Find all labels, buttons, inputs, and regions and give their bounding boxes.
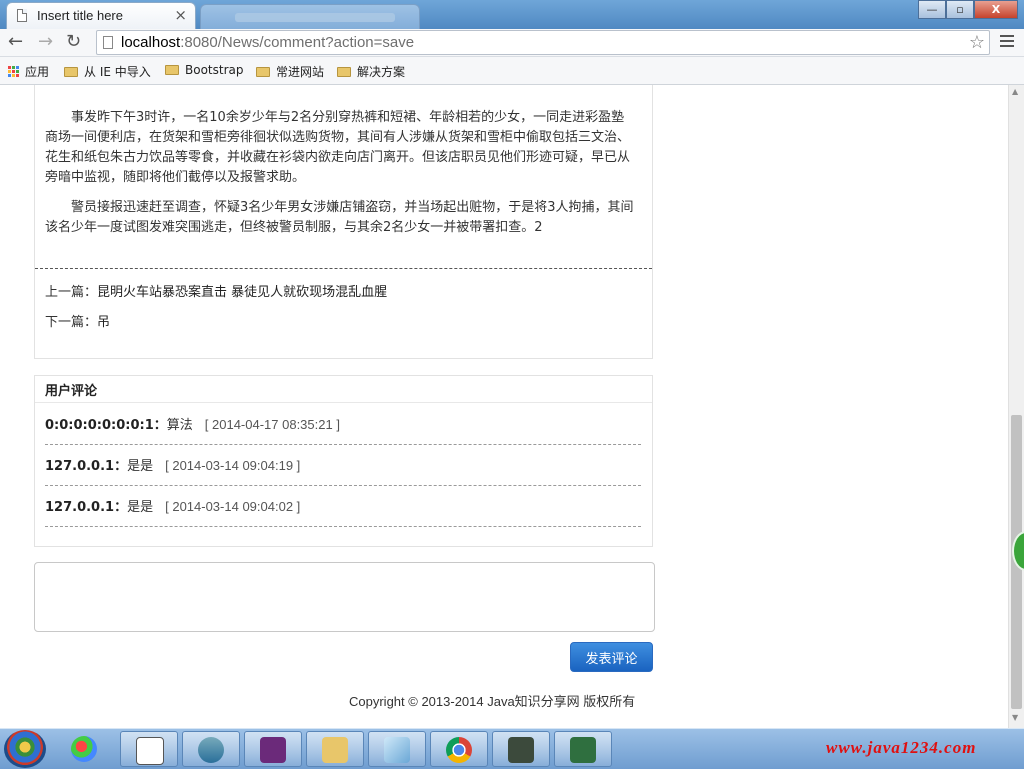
bookmark-folder-solutions[interactable]: 解决方案 [337,63,405,80]
comment-author-ip: 0:0:0:0:0:0:0:1： [45,418,167,433]
comment-text: 算法 [166,418,193,433]
tab-inactive[interactable] [200,4,420,29]
tab-strip: Insert title here × — ▫ X [0,0,1024,29]
app-icon [198,737,224,763]
app-icon [570,737,596,763]
url-text[interactable]: localhost:8080/News/comment?action=save [121,34,414,51]
page-icon [17,9,27,22]
bookmark-label: 从 IE 中导入 [84,65,151,79]
scroll-up-arrow-icon[interactable]: ▲ [1012,87,1018,96]
taskbar-app-8[interactable] [492,731,550,767]
comment-item: 0:0:0:0:0:0:0:1：算法 [ 2014-04-17 08:35:21 … [45,405,641,445]
close-window-button[interactable]: X [974,0,1018,19]
menu-icon[interactable] [1000,35,1014,50]
bookmark-folder-bootstrap[interactable]: Bootstrap [165,63,243,77]
bookmark-label: 解决方案 [357,65,406,79]
taskbar-app-5[interactable] [306,731,364,767]
bookmarks-bar: 应用 从 IE 中导入 Bootstrap 常进网站 解决方案 [0,57,1024,85]
page-info-icon[interactable] [103,36,113,49]
chrome-icon [446,737,472,763]
article-divider [35,268,652,269]
browser-toolbar: ← → ↻ localhost:8080/News/comment?action… [0,29,1024,57]
maximize-button[interactable]: ▫ [946,0,974,19]
next-article: 下一篇：吊 [45,311,110,330]
submit-comment-button[interactable]: 发表评论 [570,642,653,672]
app-icon [384,737,410,763]
url-host: localhost [121,34,181,51]
windows-taskbar: www.java1234.com [0,728,1024,769]
comment-text: 是是 [127,500,154,515]
window-controls: — ▫ X [918,0,1018,20]
bookmark-label: 应用 [25,65,50,79]
taskbar-app-4[interactable] [244,731,302,767]
comment-textarea[interactable] [34,562,655,632]
taskbar-app-1[interactable] [56,731,114,767]
bookmark-star-icon[interactable]: ☆ [969,32,985,53]
reload-icon[interactable]: ↻ [66,32,81,52]
app-icon [508,737,534,763]
prev-article: 上一篇：昆明火车站暴恐案直击 暴徒见人就砍现场混乱血腥 [45,281,387,300]
watermark-text: www.java1234.com [826,738,977,757]
start-button-icon[interactable] [4,730,46,768]
footer-copyright: Copyright © 2013-2014 Java知识分享网 版权所有 [349,694,636,709]
comment-author-ip: 127.0.0.1： [45,500,128,515]
folder-icon [165,65,179,75]
bookmark-apps[interactable]: 应用 [8,63,49,80]
page-scrollbar[interactable]: ▲ ▼ [1008,85,1024,728]
comments-heading: 用户评论 [45,384,98,399]
article-panel: 事发昨下午3时许，一名10余岁少年与2名分别穿热裤和短裙、年龄相若的少女，一同走… [34,85,653,359]
taskbar-app-6[interactable] [368,731,426,767]
app-icon [260,737,286,763]
bookmark-label: 常进网站 [276,65,325,79]
comment-author-ip: 127.0.0.1： [45,459,128,474]
prev-article-link[interactable]: 昆明火车站暴恐案直击 暴徒见人就砍现场混乱血腥 [97,285,387,300]
taskbar-app-9[interactable] [554,731,612,767]
address-bar[interactable]: localhost:8080/News/comment?action=save … [96,30,990,55]
page-viewport: 事发昨下午3时许，一名10余岁少年与2名分别穿热裤和短裙、年龄相若的少女，一同走… [0,85,1008,728]
tab-inactive-title [235,13,395,22]
apps-grid-icon [8,66,19,77]
comment-text: 是是 [127,459,154,474]
taskbar-app-3[interactable] [182,731,240,767]
back-arrow-icon[interactable]: ← [8,32,23,52]
scroll-down-arrow-icon[interactable]: ▼ [1012,713,1018,722]
comments-heading-divider [35,402,652,403]
folder-icon [64,66,78,77]
bookmark-folder-sites[interactable]: 常进网站 [256,63,324,80]
article-paragraph: 事发昨下午3时许，一名10余岁少年与2名分别穿热裤和短裙、年龄相若的少女，一同走… [45,110,631,185]
bookmark-label: Bootstrap [185,63,244,77]
tab-close-icon[interactable]: × [174,6,187,24]
comment-time: [ 2014-04-17 08:35:21 ] [204,417,340,432]
article-paragraph: 警员接报迅速赶至调查，怀疑3名少年男女涉嫌店铺盗窃，并当场起出赃物，于是将3人拘… [45,200,634,235]
folder-icon [256,66,270,77]
next-label: 下一篇： [45,315,98,330]
comment-item: 127.0.0.1：是是 [ 2014-03-14 09:04:19 ] [45,446,641,486]
bookmark-folder-ie[interactable]: 从 IE 中导入 [64,63,151,80]
next-article-link[interactable]: 吊 [97,315,110,330]
taskbar-app-chrome[interactable] [430,731,488,767]
url-path: :8080/News/comment?action=save [180,34,415,51]
forward-arrow-icon[interactable]: → [38,32,53,52]
tab-title: Insert title here [37,8,123,23]
comment-time: [ 2014-03-14 09:04:19 ] [165,458,301,473]
prev-label: 上一篇： [45,285,98,300]
folder-icon [337,66,351,77]
app-icon [136,737,164,765]
app-icon [71,736,97,762]
minimize-button[interactable]: — [918,0,946,19]
comments-panel: 用户评论 0:0:0:0:0:0:0:1：算法 [ 2014-04-17 08:3… [34,375,653,547]
comment-time: [ 2014-03-14 09:04:02 ] [165,499,301,514]
tab-active[interactable]: Insert title here × [6,2,196,29]
folder-icon [322,737,348,763]
comment-item: 127.0.0.1：是是 [ 2014-03-14 09:04:02 ] [45,487,641,527]
taskbar-app-2[interactable] [120,731,178,767]
